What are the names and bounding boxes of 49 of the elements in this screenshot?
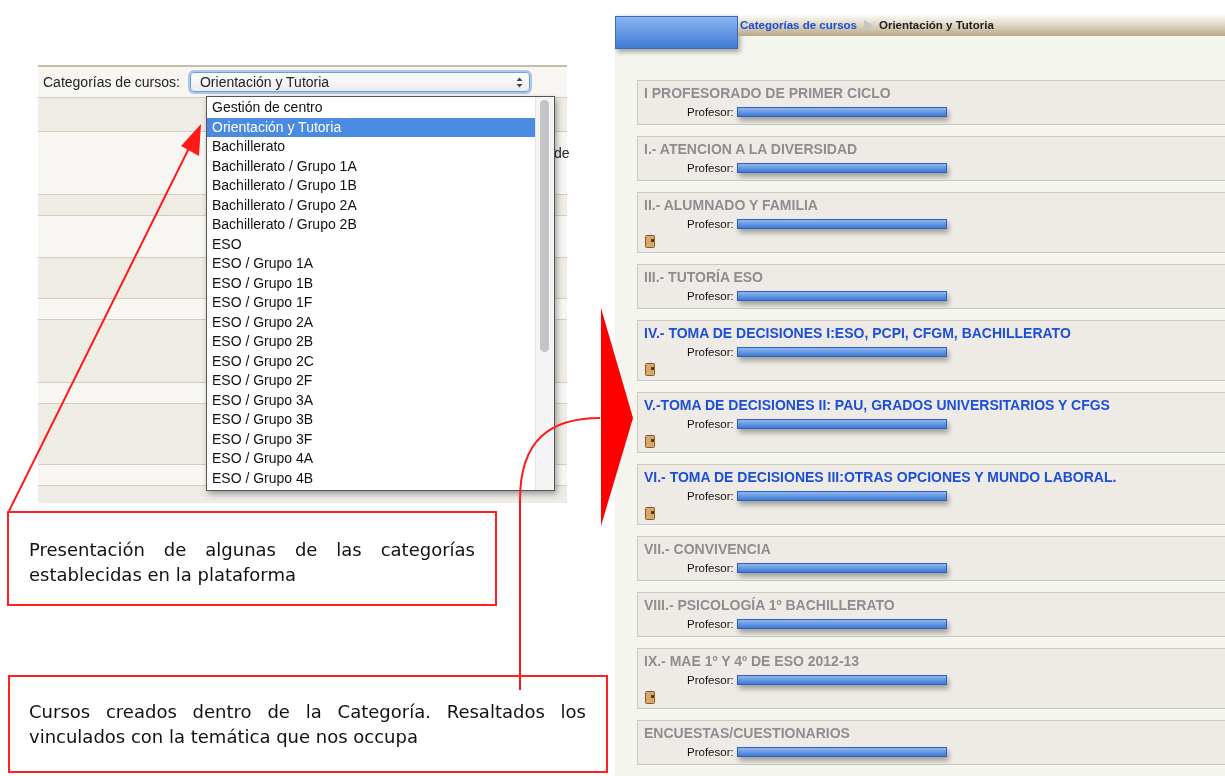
book-icon [645,507,655,520]
dropdown-option[interactable]: Bachillerato / Grupo 2A [207,195,535,215]
course-title[interactable]: IV.- TOMA DE DECISIONES I:ESO, PCPI, CFGM, BACHILLERATO [644,324,1225,343]
field-label: Categorías de cursos: [43,74,180,90]
teacher-label: Profesor: [687,217,734,230]
teacher-label: Profesor: [687,161,734,174]
course-title[interactable]: VI.- TOMA DE DECISIONES III:OTRAS OPCIONES Y MUNDO LABORAL. [644,468,1225,487]
updown-icon [515,76,523,88]
teacher-label: Profesor: [687,617,734,630]
dropdown-option[interactable]: ESO / Grupo 3F [207,429,535,449]
teacher-label: Profesor: [687,561,734,574]
dropdown-option[interactable]: ESO / Grupo 3B [207,410,535,430]
dropdown-option[interactable]: Bachillerato [207,137,535,157]
callout-box: Presentación de algunas de las categorías establecidas en la plataforma [7,511,497,606]
teacher-label: Profesor: [687,105,734,118]
breadcrumb-current: Orientación y Tutoria [878,19,994,31]
teacher-label: Profesor: [687,489,734,502]
book-icon [645,435,655,448]
callout-box: Cursos creados dentro de la Categoría. Resaltados los vinculados con la temática que nos occupa [8,675,608,773]
teacher-label: Profesor: [687,673,734,686]
course-title[interactable]: V.-TOMA DE DECISIONES II: PAU, GRADOS UNIVERSITARIOS Y CFGS [644,396,1225,415]
book-icon [645,691,655,704]
breadcrumb-link[interactable]: Categorías de cursos [740,19,857,31]
teacher-label: Profesor: [687,345,734,358]
partial-text: de [554,145,570,161]
teacher-label: Profesor: [687,289,734,302]
dropdown-option[interactable]: ESO / Grupo 2B [207,332,535,352]
dropdown-option[interactable]: ESO / Grupo 2F [207,371,535,391]
dropdown-option[interactable]: ESO / Grupo 2C [207,351,535,371]
dropdown-option[interactable]: ESO / Grupo 1F [207,293,535,313]
dropdown-option[interactable]: ESO / Grupo 2A [207,312,535,332]
dropdown-option[interactable]: Orientación y Tutoria [207,117,535,137]
dropdown-option[interactable]: ESO / Grupo 1A [207,254,535,274]
teacher-label: Profesor: [687,745,734,758]
dropdown-option[interactable]: ESO / Grupo 1B [207,273,535,293]
dropdown-option[interactable]: ESO / Grupo 4A [207,449,535,469]
category-select[interactable]: Orientación y Tutoria [189,72,530,92]
dropdown-option[interactable]: ESO / Grupo 4B [207,468,535,488]
book-icon [645,363,655,376]
teacher-label: Profesor: [687,417,734,430]
dropdown-option[interactable]: Bachillerato / Grupo 2B [207,215,535,235]
separator-icon [862,19,873,31]
book-icon [645,235,655,248]
dropdown-option[interactable]: Bachillerato / Grupo 1A [207,156,535,176]
dropdown-option[interactable]: ESO / Grupo 3A [207,390,535,410]
scrollbar[interactable] [535,97,554,490]
dropdown-option[interactable]: ESO [207,234,535,254]
dropdown-option[interactable]: Bachillerato / Grupo 1B [207,176,535,196]
dropdown-option[interactable]: Gestión de centro [207,98,535,118]
